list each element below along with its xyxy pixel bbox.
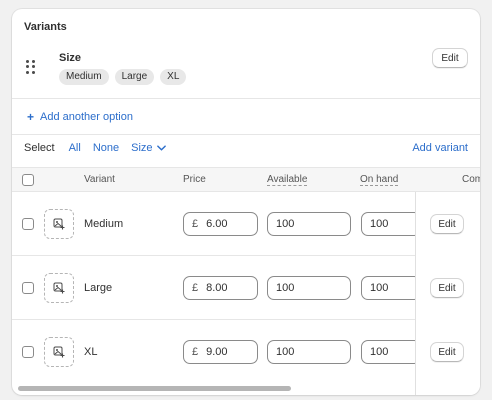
select-bar: Select All None Size Add variant — [24, 142, 468, 154]
select-all-link[interactable]: All — [69, 142, 81, 154]
edit-variant-button[interactable]: Edit — [430, 278, 464, 298]
variant-name: Large — [84, 282, 113, 294]
currency-symbol: £ — [192, 218, 199, 230]
table-row: XL £ 9.00 100 100 — [12, 320, 480, 384]
chevron-down-icon — [156, 145, 166, 151]
available-value: 100 — [276, 282, 295, 294]
edit-option-button[interactable]: Edit — [432, 48, 468, 68]
available-value: 100 — [276, 346, 295, 358]
select-all-checkbox[interactable] — [22, 174, 34, 186]
column-header-available: Available — [267, 174, 308, 186]
variant-name: XL — [84, 346, 98, 358]
option-value-pill: XL — [160, 69, 187, 85]
add-image-thumbnail[interactable] — [44, 337, 74, 367]
divider — [12, 98, 480, 99]
available-input[interactable]: 100 — [267, 276, 351, 300]
plus-icon: + — [27, 110, 35, 124]
option-name: Size — [59, 52, 82, 64]
column-header-on-hand: On hand — [360, 174, 399, 186]
price-value: 8.00 — [206, 282, 228, 294]
column-header-price: Price — [183, 174, 206, 185]
add-variant-link[interactable]: Add variant — [412, 142, 468, 154]
divider — [12, 134, 480, 135]
drag-handle-icon[interactable] — [26, 60, 36, 74]
select-label: Select — [24, 142, 55, 154]
size-filter-dropdown[interactable]: Size — [131, 142, 166, 154]
on-hand-input[interactable]: 100 — [361, 340, 421, 364]
currency-symbol: £ — [192, 282, 199, 294]
scrollbar-thumb[interactable] — [18, 386, 291, 391]
image-add-icon — [53, 282, 65, 294]
size-filter-label: Size — [131, 142, 153, 154]
select-none-link[interactable]: None — [93, 142, 119, 154]
on-hand-value: 100 — [370, 346, 389, 358]
option-value-pill: Medium — [59, 69, 109, 85]
on-hand-input[interactable]: 100 — [361, 212, 421, 236]
card-title: Variants — [24, 21, 67, 33]
add-option-link[interactable]: + Add another option — [27, 110, 133, 124]
row-checkbox[interactable] — [22, 346, 34, 358]
table-header: Variant Price Available On hand Com — [12, 167, 480, 192]
currency-symbol: £ — [192, 346, 199, 358]
table-row: Medium £ 6.00 100 100 — [12, 192, 480, 256]
variant-name: Medium — [84, 218, 124, 230]
available-value: 100 — [276, 218, 295, 230]
horizontal-scrollbar[interactable] — [16, 385, 476, 391]
available-input[interactable]: 100 — [267, 212, 351, 236]
image-add-icon — [53, 218, 65, 230]
edit-variant-button[interactable]: Edit — [430, 214, 464, 234]
row-checkbox[interactable] — [22, 282, 34, 294]
on-hand-value: 100 — [370, 218, 389, 230]
add-image-thumbnail[interactable] — [44, 273, 74, 303]
add-option-label: Add another option — [40, 111, 133, 123]
price-value: 6.00 — [206, 218, 228, 230]
option-value-pill: Large — [114, 69, 155, 85]
price-value: 9.00 — [206, 346, 228, 358]
on-hand-input[interactable]: 100 — [361, 276, 421, 300]
column-header-committed: Com — [462, 174, 480, 185]
price-input[interactable]: £ 9.00 — [183, 340, 258, 364]
price-input[interactable]: £ 8.00 — [183, 276, 258, 300]
table-row: Large £ 8.00 100 100 — [12, 256, 480, 320]
variants-card: Variants Size Medium Large XL Edit + Add… — [12, 9, 480, 395]
available-input[interactable]: 100 — [267, 340, 351, 364]
price-input[interactable]: £ 6.00 — [183, 212, 258, 236]
row-checkbox[interactable] — [22, 218, 34, 230]
option-values: Medium Large XL — [59, 69, 187, 85]
column-header-variant: Variant — [84, 174, 115, 185]
image-add-icon — [53, 346, 65, 358]
on-hand-value: 100 — [370, 282, 389, 294]
edit-variant-button[interactable]: Edit — [430, 342, 464, 362]
add-image-thumbnail[interactable] — [44, 209, 74, 239]
